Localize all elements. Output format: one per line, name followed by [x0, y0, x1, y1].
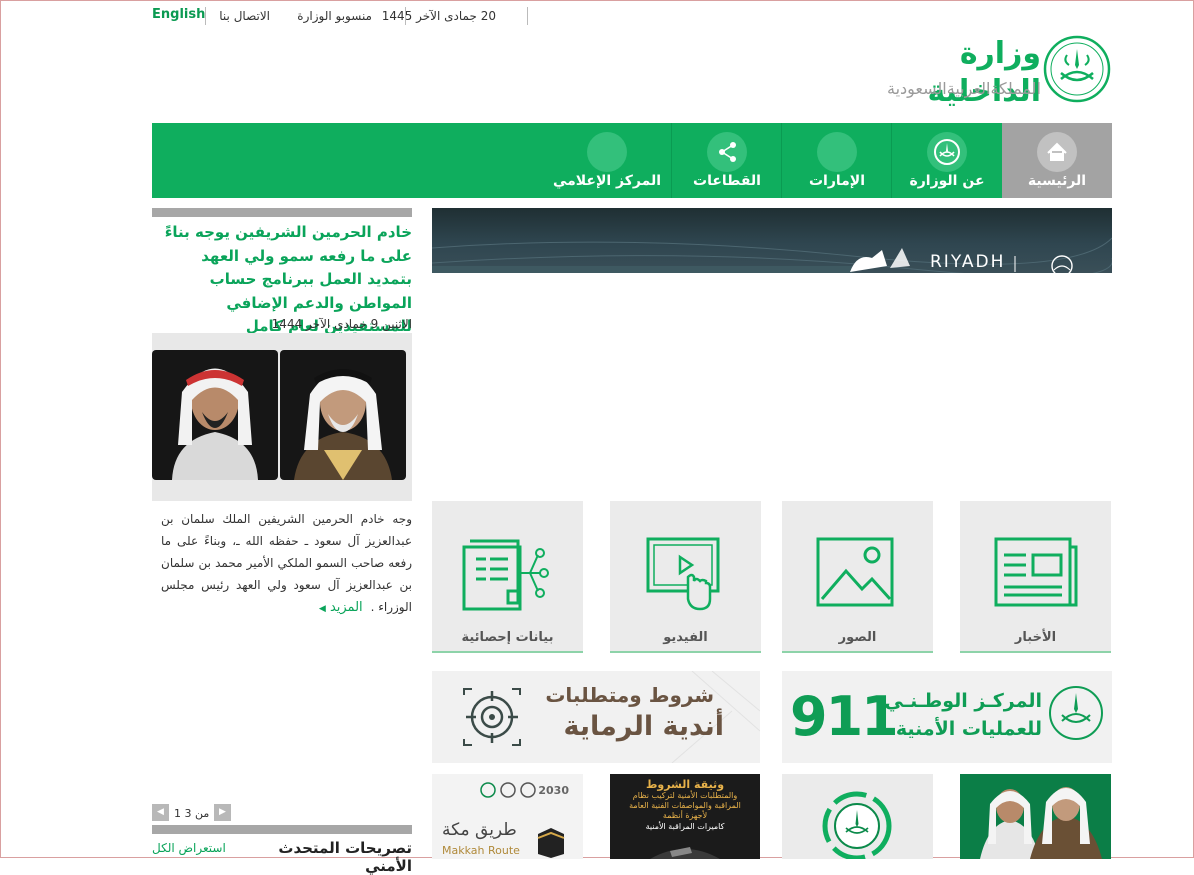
tile-emblem-services[interactable] — [782, 774, 933, 859]
image-icon — [816, 537, 894, 607]
tile-video-label: الفيديو — [663, 630, 708, 645]
tile-photos[interactable]: الصور — [782, 501, 933, 653]
tile-video[interactable]: الفيديو — [610, 501, 761, 653]
main-navigation: الرئيسية عن الوزارة الإمارات القطاعات ال… — [152, 123, 1112, 198]
nav-label-home: الرئيسية — [1027, 173, 1087, 189]
circle-icon — [587, 132, 627, 172]
news-top-bar — [152, 208, 412, 217]
tile-news-label: الأخبار — [1014, 630, 1057, 645]
nav-label-about: عن الوزارة — [909, 173, 985, 189]
promo-911-title: المركـز الوطـنـي للعمليات الأمنية — [882, 687, 1042, 743]
promo-911-line2: للعمليات الأمنية — [895, 718, 1042, 740]
nav-label-media-center: المركز الإعلامي — [552, 173, 662, 189]
saudi-emblem-icon[interactable] — [1043, 35, 1111, 103]
nav-label-sectors: القطاعات — [693, 173, 761, 189]
makkah-route-arabic: طريق مكة — [442, 820, 517, 840]
surveillance-line5: كاميرات المراقبة الأمنية — [645, 822, 725, 831]
tile-photos-label: الصور — [838, 630, 877, 645]
video-icon — [646, 537, 720, 611]
staff-link[interactable]: منسوبو الوزارة — [297, 9, 372, 23]
english-language-link[interactable]: English — [152, 7, 205, 22]
pager-prev-button[interactable]: ◀ — [152, 804, 169, 821]
vision-2030-label: 2030 — [538, 784, 569, 797]
promo-shooting-line2: أندية الرماية — [563, 711, 724, 742]
surveillance-line2: والمتطلبات الأمنية لتركيب نظام — [632, 791, 738, 800]
pager-next-button[interactable]: ▶ — [214, 804, 231, 821]
statistics-icon — [462, 539, 549, 611]
nav-item-media-center[interactable]: المركز الإعلامي — [542, 123, 672, 198]
promo-911-center[interactable]: المركـز الوطـنـي للعمليات الأمنية 911 — [782, 671, 1112, 763]
tile-statistics[interactable]: بيانات إحصائية — [432, 501, 583, 653]
news-date: الاثنين 9 جمادى الآخر 1444 — [271, 317, 412, 331]
promo-911-line1: المركـز الوطـنـي — [884, 690, 1042, 712]
surveillance-line1: وثيقة الشروط — [645, 778, 725, 791]
nav-item-emirates[interactable]: الإمارات — [782, 123, 892, 198]
nav-item-home[interactable]: الرئيسية — [1002, 123, 1112, 198]
speaker-section-title: تصريحات المتحدث الأمني — [278, 839, 412, 875]
nav-item-about[interactable]: عن الوزارة — [892, 123, 1002, 198]
emblem-icon — [927, 132, 967, 172]
emblem-ring-icon — [822, 791, 892, 859]
promo-shooting-line1: شروط ومتطلبات — [545, 683, 714, 707]
nav-label-emirates: الإمارات — [808, 173, 866, 189]
hijri-date: 20 جمادى الآخر 1445 — [381, 9, 496, 23]
circle-icon — [817, 132, 857, 172]
separator — [527, 7, 528, 25]
tile-makkah-route[interactable]: 2030 طريق مكة Makkah Route — [432, 774, 583, 859]
home-icon — [1037, 132, 1077, 172]
portrait-king — [280, 350, 406, 480]
contact-link[interactable]: الاتصال بنا — [219, 9, 270, 23]
kaaba-icon — [537, 828, 565, 858]
top-bar: 20 جمادى الآخر 1445 منسوبو الوزارة الاتص… — [152, 7, 1112, 25]
surveillance-line4: لأجهزة أنظمة — [662, 811, 708, 820]
pager-status: 1 من 3 — [174, 807, 210, 820]
separator — [405, 7, 406, 25]
leaders-photo-icon — [980, 787, 1102, 859]
speaker-top-bar — [152, 825, 412, 834]
news-body-text: وجه خادم الحرمين الشريفين الملك سلمان بن… — [161, 512, 412, 614]
surveillance-line3: المراقبة والمواصفات الفنية العامة — [629, 801, 741, 810]
news-pager: ◀ 1 من 3 ▶ — [152, 804, 232, 822]
news-photo[interactable] — [152, 333, 412, 501]
camera-icon — [650, 847, 720, 859]
news-more-link[interactable]: المزيد ◀ — [319, 600, 367, 615]
banner-riyadh-text: RIYADH — [930, 252, 1006, 272]
ministry-logo-subtitle: المملكةالعربيةالسعودية — [887, 79, 1041, 98]
promo-shooting-clubs[interactable]: شروط ومتطلبات أندية الرماية — [432, 671, 760, 763]
news-summary: وجه خادم الحرمين الشريفين الملك سلمان بن… — [161, 508, 412, 620]
newspaper-icon — [994, 537, 1078, 607]
tile-news[interactable]: الأخبار — [960, 501, 1111, 653]
portrait-crown-prince — [152, 350, 278, 480]
saudi-emblem-icon — [1049, 686, 1103, 740]
promo-911-number: 911 — [790, 685, 899, 748]
makkah-route-english: Makkah Route — [442, 844, 520, 857]
nav-item-sectors[interactable]: القطاعات — [672, 123, 782, 198]
ministry-logo-title[interactable]: وزارة الداخلية — [871, 35, 1041, 111]
banner-background-icon — [432, 237, 1112, 273]
riyadh-banner[interactable]: RIYADH — [432, 208, 1112, 273]
share-icon — [707, 132, 747, 172]
surveillance-title: وثيقة الشروط والمتطلبات الأمنية لتركيب ن… — [620, 778, 750, 833]
tile-statistics-label: بيانات إحصائية — [461, 630, 554, 645]
tile-surveillance-document[interactable]: وثيقة الشروط والمتطلبات الأمنية لتركيب ن… — [610, 774, 760, 859]
speaker-view-all-link[interactable]: استعراض الكل — [152, 841, 226, 855]
tile-leaders[interactable] — [960, 774, 1111, 859]
